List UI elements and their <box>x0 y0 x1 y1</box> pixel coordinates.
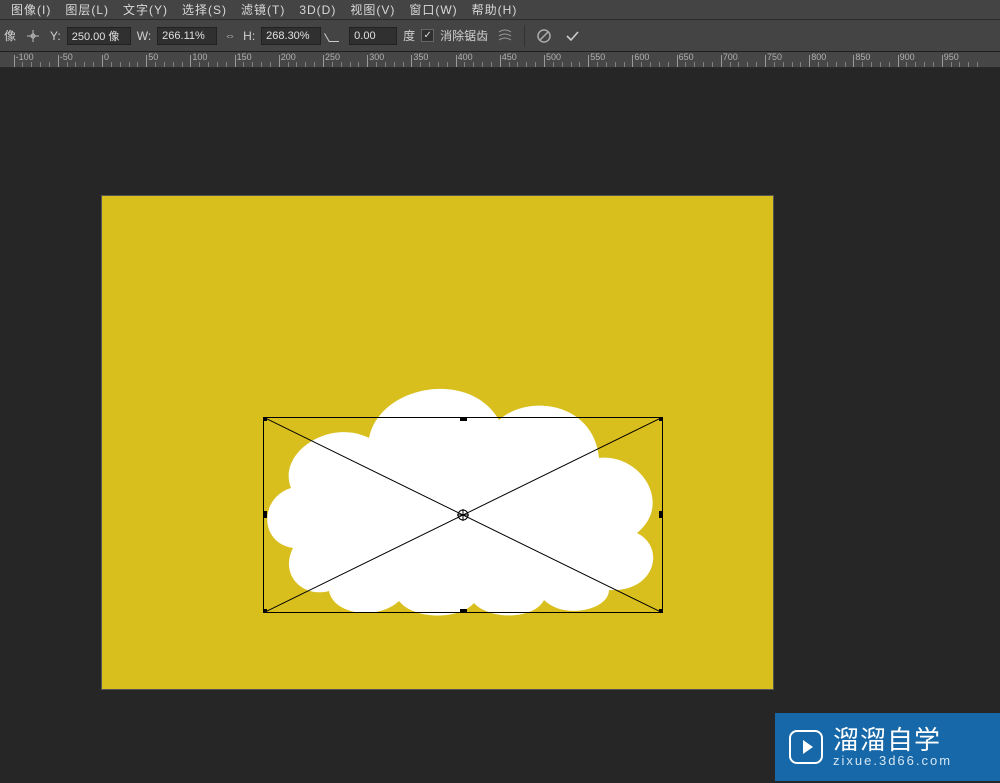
ruler-tick-label: 550 <box>590 52 605 62</box>
ruler-tick-label: -50 <box>60 52 73 62</box>
ruler-tick-label: 750 <box>767 52 782 62</box>
angle-icon <box>327 28 343 44</box>
ruler-tick-label: 200 <box>281 52 296 62</box>
menu-select[interactable]: 选择(S) <box>175 1 234 18</box>
ruler-tick-label: 0 <box>104 52 109 62</box>
menu-window[interactable]: 窗口(W) <box>402 1 464 18</box>
ruler-tick-label: 300 <box>369 52 384 62</box>
watermark-sub: zixue.3d66.com <box>833 754 952 768</box>
y-input[interactable] <box>67 27 131 45</box>
menu-text[interactable]: 文字(Y) <box>116 1 175 18</box>
ruler-tick-label: 250 <box>325 52 340 62</box>
menu-view[interactable]: 视图(V) <box>343 1 402 18</box>
rot-suffix: 度 <box>403 27 415 44</box>
ruler-tick-label: 500 <box>546 52 561 62</box>
menu-image[interactable]: 图像(I) <box>4 1 58 18</box>
watermark: 溜溜自学 zixue.3d66.com <box>775 713 1000 781</box>
ruler-tick-label: 700 <box>723 52 738 62</box>
ruler-horizontal: -100 -50 0 50 100 150 200 250 300 350 400 450 500 550… <box>0 52 1000 68</box>
watermark-title: 溜溜自学 <box>833 726 952 755</box>
separator <box>524 25 525 47</box>
menu-layer[interactable]: 图层(L) <box>58 1 116 18</box>
commit-icon[interactable] <box>561 25 583 47</box>
menu-bar: 图像(I) 图层(L) 文字(Y) 选择(S) 滤镜(T) 3D(D) 视图(V… <box>0 0 1000 20</box>
ruler-tick-label: 850 <box>855 52 870 62</box>
ruler-tick-label: 950 <box>944 52 959 62</box>
menu-filter[interactable]: 滤镜(T) <box>234 1 292 18</box>
ruler-tick-label: 350 <box>413 52 428 62</box>
cancel-icon[interactable] <box>533 25 555 47</box>
w-label: W: <box>137 29 151 43</box>
rotation-input[interactable] <box>349 27 397 45</box>
antialias-label: 消除锯齿 <box>440 27 488 44</box>
ruler-tick-label: 900 <box>900 52 915 62</box>
options-bar: 像 Y: W: ⇔ H: 度 ✓ 消除锯齿 <box>0 20 1000 52</box>
menu-help[interactable]: 帮助(H) <box>465 1 525 18</box>
ruler-tick-label: 600 <box>634 52 649 62</box>
h-label: H: <box>243 29 255 43</box>
menu-3d[interactable]: 3D(D) <box>292 3 343 17</box>
antialias-checkbox[interactable]: ✓ <box>421 29 434 42</box>
ruler-tick-label: 50 <box>148 52 158 62</box>
warp-icon[interactable] <box>494 25 516 47</box>
link-icon[interactable]: ⇔ <box>223 29 237 43</box>
point-icon[interactable] <box>22 25 44 47</box>
play-icon <box>789 730 823 764</box>
ruler-tick-label: 450 <box>502 52 517 62</box>
ruler-tick-label: 150 <box>237 52 252 62</box>
trunc-prefix: 像 <box>4 27 16 44</box>
w-input[interactable] <box>157 27 217 45</box>
ruler-tick-label: 650 <box>679 52 694 62</box>
ruler-tick-label: 100 <box>192 52 207 62</box>
y-label: Y: <box>50 29 61 43</box>
h-input[interactable] <box>261 27 321 45</box>
cloud-shape[interactable] <box>259 358 667 618</box>
ruler-tick-label: 400 <box>458 52 473 62</box>
canvas-area[interactable] <box>0 68 1000 783</box>
ruler-tick-label: 800 <box>811 52 826 62</box>
ruler-tick-label: -100 <box>16 52 34 62</box>
